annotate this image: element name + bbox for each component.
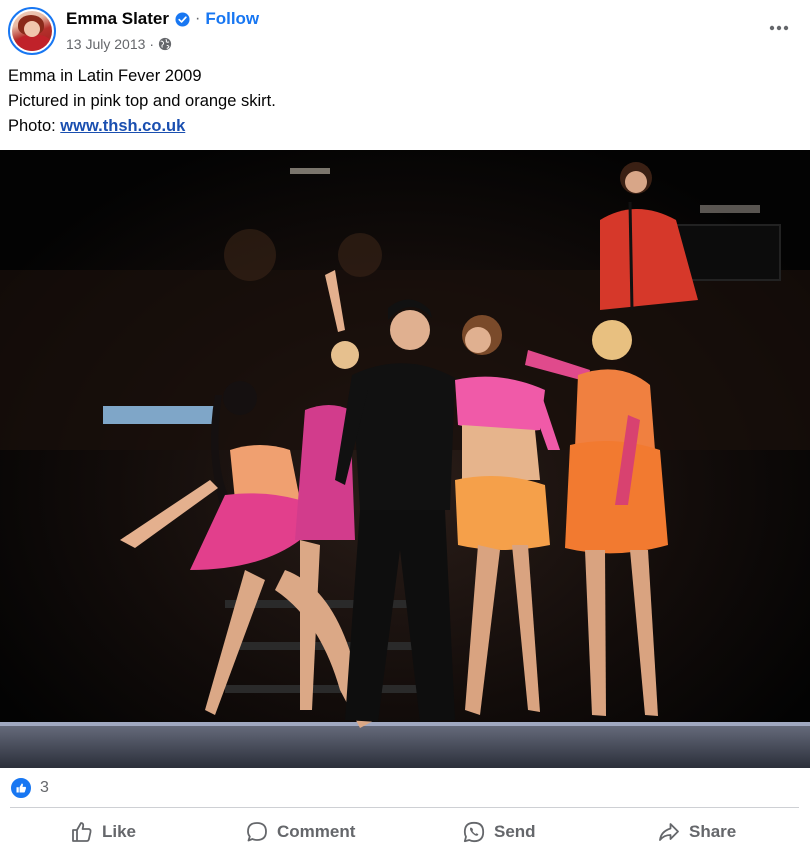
like-button[interactable]: Like <box>70 812 136 850</box>
separator-dot: · <box>195 10 201 27</box>
divider <box>10 807 799 808</box>
reaction-count: 3 <box>40 779 49 796</box>
author-name[interactable]: Emma Slater <box>66 9 169 29</box>
reaction-summary[interactable]: 3 <box>10 776 49 800</box>
like-reaction-icon <box>10 777 32 799</box>
avatar-image <box>12 11 52 51</box>
author-line: Emma Slater · Follow <box>66 8 259 30</box>
comment-button[interactable]: Comment <box>245 812 355 850</box>
author-avatar[interactable] <box>8 7 56 55</box>
verified-badge-icon <box>175 11 190 27</box>
post-header: Emma Slater · Follow 13 July 2013 · <box>0 0 810 60</box>
comment-label: Comment <box>277 822 356 841</box>
send-button[interactable]: Send <box>462 812 536 850</box>
caption-line: Photo: www.thsh.co.uk <box>8 114 276 139</box>
caption-line: Pictured in pink top and orange skirt. <box>8 92 276 110</box>
more-options-button[interactable] <box>766 16 792 40</box>
more-options-icon <box>769 25 789 31</box>
caption-line: Emma in Latin Fever 2009 <box>8 67 202 85</box>
photo-credit-link[interactable]: www.thsh.co.uk <box>60 117 185 135</box>
comment-icon <box>247 822 267 842</box>
share-label: Share <box>689 822 737 841</box>
follow-button[interactable]: Follow <box>205 9 259 29</box>
whatsapp-send-icon <box>463 821 485 843</box>
caption-photo-label: Photo: <box>8 117 61 135</box>
meta-separator-dot: · <box>149 36 155 52</box>
globe-icon[interactable] <box>158 37 172 51</box>
send-label: Send <box>494 822 536 841</box>
post-caption: Emma in Latin Fever 2009 Pictured in pin… <box>8 64 276 139</box>
post-date[interactable]: 13 July 2013 <box>66 36 145 52</box>
thumbs-up-icon <box>72 822 92 842</box>
like-label: Like <box>102 822 137 841</box>
action-bar: Like Comment Send Share <box>0 812 810 850</box>
share-button[interactable]: Share <box>657 812 736 850</box>
post-photo[interactable] <box>0 150 810 768</box>
stage-photo-illustration <box>0 150 810 768</box>
post-meta: 13 July 2013 · <box>66 35 172 53</box>
share-arrow-icon <box>659 823 679 841</box>
